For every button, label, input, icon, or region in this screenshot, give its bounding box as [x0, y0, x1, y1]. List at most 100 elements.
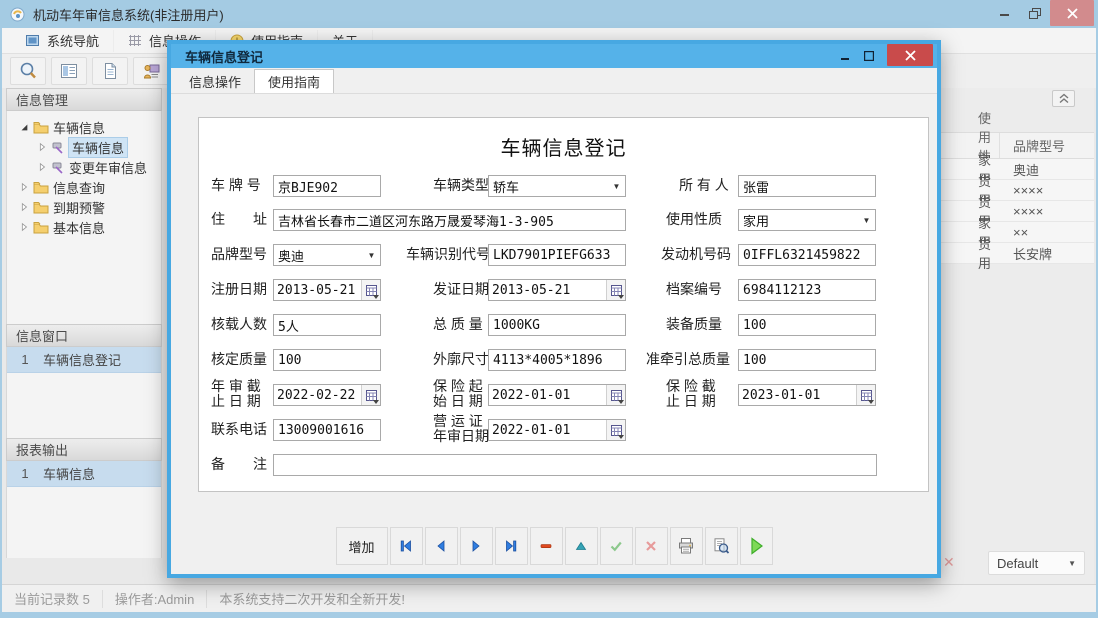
folder-icon — [33, 181, 49, 194]
issue-date-field[interactable] — [488, 279, 626, 301]
list-tool-button[interactable] — [51, 57, 87, 85]
expander-collapsed-icon[interactable] — [19, 222, 29, 232]
annual-due-date-field[interactable] — [273, 384, 381, 406]
calendar-picker-icon[interactable] — [856, 385, 875, 405]
dialog-titlebar: 车辆信息登记 — [171, 44, 937, 68]
calendar-picker-icon[interactable] — [361, 385, 380, 405]
dialog-maximize-button[interactable] — [857, 45, 881, 67]
tree-item-expiry-warning[interactable]: 到期预警 — [7, 197, 161, 217]
main-titlebar: 机动车年审信息系统(非注册用户) — [0, 0, 1098, 28]
insurance-start-input[interactable] — [489, 385, 606, 405]
delete-record-button[interactable] — [530, 527, 563, 565]
insurance-start-label: 保 险 起 始 日 期 — [433, 379, 483, 409]
tree-item-basic-info[interactable]: 基本信息 — [7, 217, 161, 237]
tree-label[interactable]: 到期预警 — [53, 198, 105, 217]
dialog-close-button[interactable] — [887, 44, 933, 66]
equip-mass-input[interactable] — [738, 314, 876, 336]
tree-label[interactable]: 信息查询 — [53, 178, 105, 197]
plate-input[interactable] — [273, 175, 381, 197]
expander-collapsed-icon[interactable] — [19, 182, 29, 192]
tree-label[interactable]: 变更年审信息 — [69, 158, 147, 177]
expander-collapsed-icon[interactable] — [37, 162, 47, 172]
navigation-icon — [26, 34, 40, 47]
prior-record-button[interactable] — [425, 527, 458, 565]
owner-input[interactable] — [738, 175, 876, 197]
collapse-panel-button[interactable] — [1052, 90, 1075, 107]
phone-input[interactable] — [273, 419, 381, 441]
form-title: 车辆信息登记 — [199, 132, 928, 161]
gross-mass-input[interactable] — [488, 314, 626, 336]
status-record-count: 当前记录数 5 — [2, 590, 103, 608]
remark-input[interactable] — [273, 454, 877, 476]
approved-mass-input[interactable] — [273, 349, 381, 371]
engine-input[interactable] — [738, 244, 876, 266]
tree-item-vehicle-info-folder[interactable]: 车辆信息 — [7, 117, 161, 137]
usage-select[interactable]: 家用▼ — [738, 209, 876, 231]
tow-mass-input[interactable] — [738, 349, 876, 371]
preview-button[interactable] — [705, 527, 738, 565]
cancel-record-button[interactable] — [635, 527, 668, 565]
vin-label: 车辆识别代号 — [406, 247, 490, 262]
double-chevron-up-icon — [1059, 93, 1069, 104]
file-number-input[interactable] — [738, 279, 876, 301]
last-record-button[interactable] — [495, 527, 528, 565]
close-button[interactable] — [1050, 0, 1094, 26]
tab-guide[interactable]: 使用指南 — [254, 69, 334, 93]
file-number-label: 档案编号 — [666, 282, 722, 297]
background-cancel-icon[interactable]: ✕ — [943, 554, 955, 571]
vin-input[interactable] — [488, 244, 626, 266]
skin-select[interactable]: Default ▼ — [988, 551, 1085, 575]
vehicle-type-select[interactable]: 轿车▼ — [488, 175, 626, 197]
tree-item-info-query[interactable]: 信息查询 — [7, 177, 161, 197]
calendar-picker-icon[interactable] — [606, 385, 625, 405]
search-tool-button[interactable] — [10, 57, 46, 85]
insurance-start-date-field[interactable] — [488, 384, 626, 406]
post-record-button[interactable] — [600, 527, 633, 565]
vehicle-type-label: 车辆类型 — [433, 178, 489, 193]
dialog-minimize-button[interactable] — [833, 45, 857, 67]
issue-date-input[interactable] — [489, 280, 606, 300]
grid-row[interactable]: 货用长安牌 — [941, 243, 1094, 264]
calendar-picker-icon[interactable] — [361, 280, 380, 300]
tree-label-selected[interactable]: 车辆信息 — [69, 138, 127, 157]
annual-due-input[interactable] — [274, 385, 361, 405]
tree-item-change-annual-info[interactable]: 变更年审信息 — [7, 157, 161, 177]
document-tool-button[interactable] — [92, 57, 128, 85]
add-button[interactable]: 增加 — [336, 527, 388, 565]
info-window-item[interactable]: 1 车辆信息登记 — [7, 347, 161, 373]
menu-item-system-nav[interactable]: 系统导航 — [12, 30, 114, 52]
calendar-picker-icon[interactable] — [606, 420, 625, 440]
restore-button[interactable] — [1020, 0, 1050, 26]
list-label[interactable]: 车辆信息登记 — [43, 350, 121, 369]
document-icon — [100, 61, 120, 81]
seat-count-input[interactable] — [273, 314, 381, 336]
run-button[interactable] — [740, 527, 773, 565]
grid-header-brand[interactable]: 品牌型号 — [999, 133, 1065, 158]
brand-select[interactable]: 奥迪▼ — [273, 244, 381, 266]
insurance-end-date-field[interactable] — [738, 384, 876, 406]
calendar-picker-icon[interactable] — [606, 280, 625, 300]
user-report-tool-button[interactable] — [133, 57, 169, 85]
expander-collapsed-icon[interactable] — [19, 202, 29, 212]
operation-cert-date-field[interactable] — [488, 419, 626, 441]
register-date-input[interactable] — [274, 280, 361, 300]
address-input[interactable] — [273, 209, 626, 231]
edit-record-button[interactable] — [565, 527, 598, 565]
print-button[interactable] — [670, 527, 703, 565]
tree-label[interactable]: 基本信息 — [53, 218, 105, 237]
list-label[interactable]: 车辆信息 — [43, 464, 95, 483]
expander-collapsed-icon[interactable] — [37, 142, 47, 152]
operation-cert-input[interactable] — [489, 420, 606, 440]
tree-label[interactable]: 车辆信息 — [53, 118, 105, 137]
insurance-end-input[interactable] — [739, 385, 856, 405]
dimensions-input[interactable] — [488, 349, 626, 371]
tree-item-vehicle-info[interactable]: 车辆信息 — [7, 137, 161, 157]
register-date-field[interactable] — [273, 279, 381, 301]
expander-expanded-icon[interactable] — [19, 122, 29, 132]
tab-info-operation[interactable]: 信息操作 — [176, 70, 254, 93]
next-record-button[interactable] — [460, 527, 493, 565]
first-record-button[interactable] — [390, 527, 423, 565]
list-icon — [59, 61, 79, 81]
report-item[interactable]: 1 车辆信息 — [7, 461, 161, 487]
minimize-button[interactable] — [990, 0, 1020, 26]
